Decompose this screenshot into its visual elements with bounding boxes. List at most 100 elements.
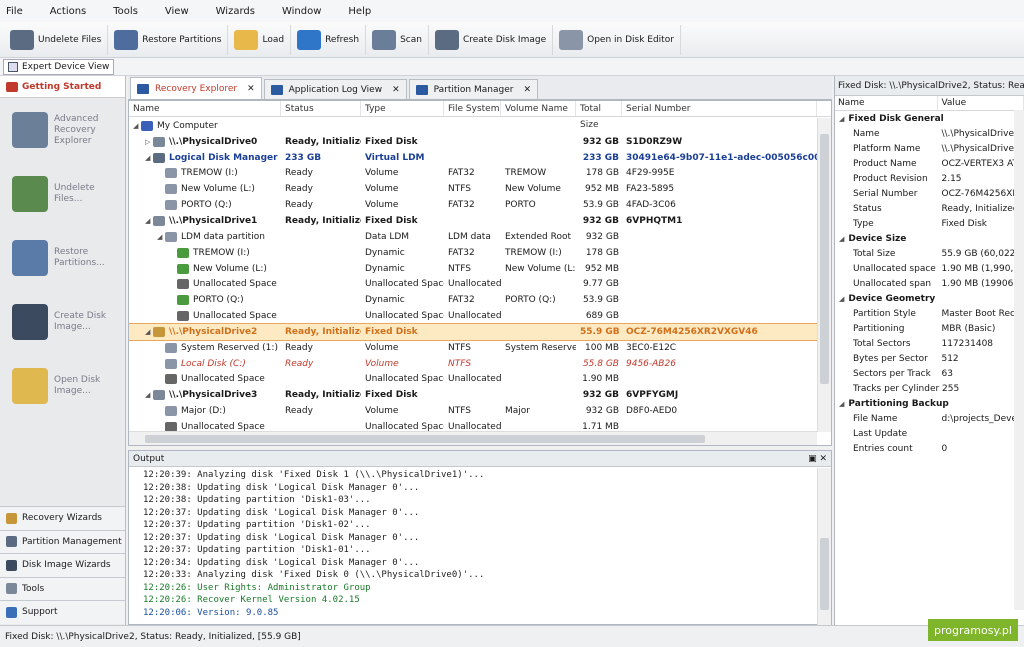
output-scrollbar[interactable] — [817, 468, 831, 625]
property-row[interactable]: Bytes per Sector 512 — [835, 351, 1024, 366]
grid-horizontal-scrollbar[interactable] — [129, 431, 817, 445]
property-category[interactable]: ◢ Device Geometry — [835, 291, 1024, 306]
left-section-3[interactable]: Tools — [0, 576, 125, 600]
table-row[interactable]: ▷ \\.\PhysicalDrive0 Ready, Initialized Fix… — [129, 134, 817, 150]
property-category[interactable]: ◢ Fixed Disk General — [835, 111, 1024, 126]
column-header[interactable]: Type — [361, 101, 444, 116]
table-row[interactable]: Unallocated Space Unallocated Space Unallo… — [129, 276, 817, 292]
expand-icon[interactable]: ▷ — [145, 138, 153, 146]
properties-value-header[interactable]: Value — [938, 96, 1024, 110]
properties-scrollbar[interactable] — [1014, 110, 1024, 610]
table-row[interactable]: ◢ LDM data partition Data LDM LDM data Exten… — [129, 229, 817, 245]
property-row[interactable]: Last Update — [835, 426, 1024, 441]
table-row[interactable]: ◢ My Computer — [129, 118, 817, 134]
property-row[interactable]: Partitioning MBR (Basic) — [835, 321, 1024, 336]
menu-view[interactable]: View — [165, 6, 189, 17]
property-row[interactable]: Name \\.\PhysicalDrive2 — [835, 126, 1024, 141]
collapse-icon[interactable]: ◢ — [839, 115, 844, 123]
property-name: Bytes per Sector — [853, 353, 928, 364]
tab-1[interactable]: Application Log View ✕ — [263, 79, 407, 99]
expand-icon[interactable]: ◢ — [145, 154, 153, 162]
column-header[interactable]: File System — [444, 101, 501, 116]
output-controls[interactable]: ▣ ✕ — [808, 454, 827, 464]
table-row[interactable]: System Reserved (1:) Ready Volume NTFS Syste… — [129, 340, 817, 356]
property-row[interactable]: Partition Style Master Boot Record — [835, 306, 1024, 321]
refresh-button[interactable]: Refresh — [291, 24, 367, 55]
property-row[interactable]: Unallocated span 1.90 MB (1990656) — [835, 276, 1024, 291]
column-header[interactable]: Status — [281, 101, 361, 116]
collapse-icon[interactable]: ◢ — [839, 400, 844, 408]
table-row[interactable]: Unallocated Space Unallocated Space Unallo… — [129, 308, 817, 324]
getting-started-header[interactable]: Getting Started — [0, 76, 125, 98]
expand-icon[interactable]: ◢ — [133, 122, 141, 130]
left-item-0[interactable]: Advanced Recovery Explorer — [0, 98, 125, 162]
table-row[interactable]: ◢ \\.\PhysicalDrive3 Ready, Initialized Fix… — [129, 387, 817, 403]
table-row[interactable]: ◢ Logical Disk Manager 0 233 GB Virtual LDM… — [129, 150, 817, 166]
undelete-files-button[interactable]: Undelete Files — [4, 24, 109, 55]
left-section-2[interactable]: Disk Image Wizards — [0, 553, 125, 577]
left-section-4[interactable]: Support — [0, 600, 125, 624]
menu-tools[interactable]: Tools — [113, 6, 138, 17]
left-item-2[interactable]: Restore Partitions... — [0, 226, 125, 290]
scan-button[interactable]: Scan — [366, 24, 429, 55]
load-button[interactable]: Load — [228, 24, 292, 55]
property-row[interactable]: Entries count 0 — [835, 441, 1024, 456]
tab-close-icon[interactable]: ✕ — [523, 85, 531, 95]
table-row[interactable]: PORTO (Q:) Ready Volume FAT32 PORTO 53.9 GB 4F… — [129, 197, 817, 213]
menu-help[interactable]: Help — [348, 6, 371, 17]
column-header[interactable]: Total Size — [576, 101, 622, 130]
left-item-4[interactable]: Open Disk Image... — [0, 354, 125, 418]
table-row[interactable]: ◢ \\.\PhysicalDrive1 Ready, Initialized Fix… — [129, 213, 817, 229]
collapse-icon[interactable]: ◢ — [839, 295, 844, 303]
column-header[interactable]: Name — [129, 101, 281, 116]
column-header[interactable]: Volume Name — [501, 101, 576, 116]
tab-close-icon[interactable]: ✕ — [392, 85, 400, 95]
left-section-0[interactable]: Recovery Wizards — [0, 506, 125, 530]
tab-close-icon[interactable]: ✕ — [247, 84, 255, 94]
table-row[interactable]: Local Disk (C:) Ready Volume NTFS 55.8 GB 945… — [129, 356, 817, 372]
table-row[interactable]: New Volume (L:) Ready Volume NTFS New Volume… — [129, 181, 817, 197]
property-row[interactable]: Product Revision 2.15 — [835, 171, 1024, 186]
property-row[interactable]: Unallocated space 1.90 MB (1,990,656 b — [835, 261, 1024, 276]
property-category[interactable]: ◢ Device Size — [835, 231, 1024, 246]
grid-vertical-scrollbar[interactable] — [817, 118, 831, 432]
table-row[interactable]: PORTO (Q:) Dynamic FAT32 PORTO (Q:) 53.9 GB — [129, 292, 817, 308]
property-row[interactable]: Sectors per Track 63 — [835, 366, 1024, 381]
expand-icon[interactable]: ◢ — [145, 391, 153, 399]
menu-actions[interactable]: Actions — [50, 6, 87, 17]
tab-0[interactable]: Recovery Explorer ✕ — [130, 77, 262, 99]
table-row[interactable]: ◢ \\.\PhysicalDrive2 Ready, Initialized Fix… — [129, 322, 817, 341]
menu-wizards[interactable]: Wizards — [216, 6, 255, 17]
left-section-1[interactable]: Partition Management — [0, 529, 125, 553]
column-header[interactable]: Serial Number — [622, 101, 817, 116]
tab-2[interactable]: Partition Manager ✕ — [408, 79, 538, 99]
left-item-3[interactable]: Create Disk Image... — [0, 290, 125, 354]
restore-partitions-button[interactable]: Restore Partitions — [108, 24, 229, 55]
property-row[interactable]: Serial Number OCZ-76M4256XR2VX — [835, 186, 1024, 201]
property-row[interactable]: Tracks per Cylinder 255 — [835, 381, 1024, 396]
property-row[interactable]: File Name d:\projects_Develop — [835, 411, 1024, 426]
property-category[interactable]: ◢ Partitioning Backup — [835, 396, 1024, 411]
property-row[interactable]: Type Fixed Disk — [835, 216, 1024, 231]
table-row[interactable]: TREMOW (I:) Dynamic FAT32 TREMOW (I:) 178 GB — [129, 245, 817, 261]
table-row[interactable]: Major (D:) Ready Volume NTFS Major 932 GB D8F0… — [129, 403, 817, 419]
property-row[interactable]: Status Ready, Initialized — [835, 201, 1024, 216]
left-item-1[interactable]: Undelete Files... — [0, 162, 125, 226]
open-in-disk-editor-button[interactable]: Open in Disk Editor — [553, 24, 681, 55]
table-row[interactable]: New Volume (L:) Dynamic NTFS New Volume (L:… — [129, 261, 817, 277]
property-row[interactable]: Platform Name \\.\PhysicalDrive2 — [835, 141, 1024, 156]
property-row[interactable]: Total Sectors 117231408 — [835, 336, 1024, 351]
expand-icon[interactable]: ◢ — [145, 217, 153, 225]
properties-name-header[interactable]: Name — [835, 96, 939, 110]
expand-icon[interactable]: ◢ — [157, 233, 165, 241]
expert-device-view-button[interactable]: Expert Device View — [3, 58, 115, 75]
menu-window[interactable]: Window — [282, 6, 321, 17]
menu-file[interactable]: File — [6, 6, 23, 17]
expand-icon[interactable]: ◢ — [145, 328, 153, 336]
property-row[interactable]: Product Name OCZ-VERTEX3 ATA D — [835, 156, 1024, 171]
create-disk-image-button[interactable]: Create Disk Image — [429, 24, 554, 55]
table-row[interactable]: Unallocated Space Unallocated Space Unallo… — [129, 372, 817, 388]
collapse-icon[interactable]: ◢ — [839, 235, 844, 243]
property-row[interactable]: Total Size 55.9 GB (60,022,480,8 — [835, 246, 1024, 261]
table-row[interactable]: TREMOW (I:) Ready Volume FAT32 TREMOW 178 GB 4… — [129, 166, 817, 182]
